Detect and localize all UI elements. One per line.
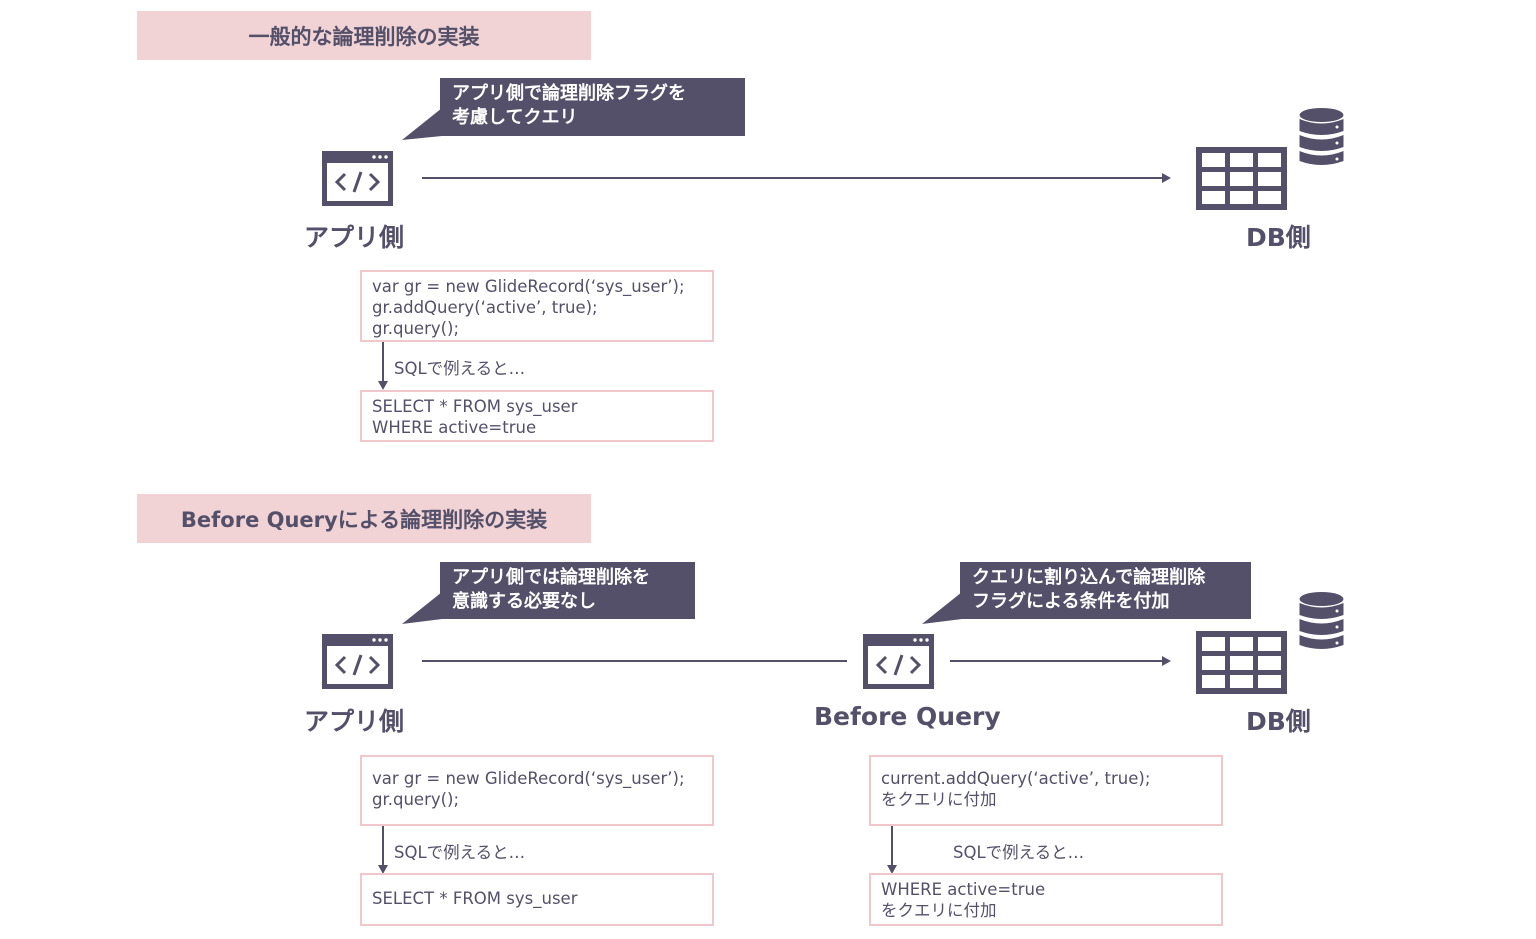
section2-bq-label: Before Query [814, 702, 1001, 731]
section1-callout: アプリ側で論理削除フラグを 考慮してクエリ [440, 78, 745, 136]
section2-bq-down-arrow-line [891, 826, 893, 866]
section2-app-label: アプリ側 [304, 707, 405, 736]
section1-down-arrow-line [382, 342, 384, 382]
table-grid-icon [1196, 147, 1287, 210]
section1-down-arrow-head [378, 381, 388, 390]
section2-arrow-line [950, 660, 1162, 662]
section1-arrow-line [422, 177, 1162, 179]
section2-db-label: DB側 [1246, 707, 1311, 736]
section2-bq-sql-box: WHERE active=true をクエリに付加 [869, 873, 1223, 926]
section2-bq-code-box: current.addQuery(‘active’, true); をクエリに付… [869, 755, 1223, 826]
code-window-icon [322, 151, 393, 206]
section2-app-code-box: var gr = new GlideRecord(‘sys_user’); gr… [360, 755, 714, 826]
section2-title-text: Before Queryによる論理削除の実装 [180, 507, 548, 532]
section1-sql-note: SQLで例えると… [394, 359, 526, 378]
section2-app-sql-note: SQLで例えると… [394, 843, 526, 862]
section2-app-down-arrow-line [382, 826, 384, 866]
section1-arrow-head [1162, 173, 1171, 183]
section2-bq-sql-note: SQLで例えると… [953, 843, 1085, 862]
section1-app-code-box: var gr = new GlideRecord(‘sys_user’); gr… [360, 270, 714, 342]
database-icon [1299, 592, 1344, 649]
table-grid-icon [1196, 631, 1287, 694]
section1-sql-code-box: SELECT * FROM sys_user WHERE active=true [360, 390, 714, 442]
section2-app-callout: アプリ側では論理削除を 意識する必要なし [440, 562, 695, 619]
section2-bq-callout-tail [922, 592, 962, 624]
code-window-icon [322, 634, 393, 689]
section2-app-callout-tail [402, 592, 442, 624]
section2-title: Before Queryによる論理削除の実装 [137, 494, 591, 543]
section1-db-label: DB側 [1246, 223, 1311, 252]
code-window-icon [863, 634, 934, 689]
section1-title: 一般的な論理削除の実装 [137, 11, 591, 60]
section2-app-sql-box: SELECT * FROM sys_user [360, 873, 714, 926]
section2-arrow-head [1162, 656, 1171, 666]
section2-line-app-to-bq [422, 660, 847, 662]
section1-app-label: アプリ側 [304, 223, 405, 252]
database-icon [1299, 108, 1344, 165]
section1-title-text: 一般的な論理削除の実装 [248, 24, 480, 49]
section1-callout-tail [402, 108, 442, 140]
section2-bq-callout: クエリに割り込んで論理削除 フラグによる条件を付加 [960, 562, 1251, 619]
